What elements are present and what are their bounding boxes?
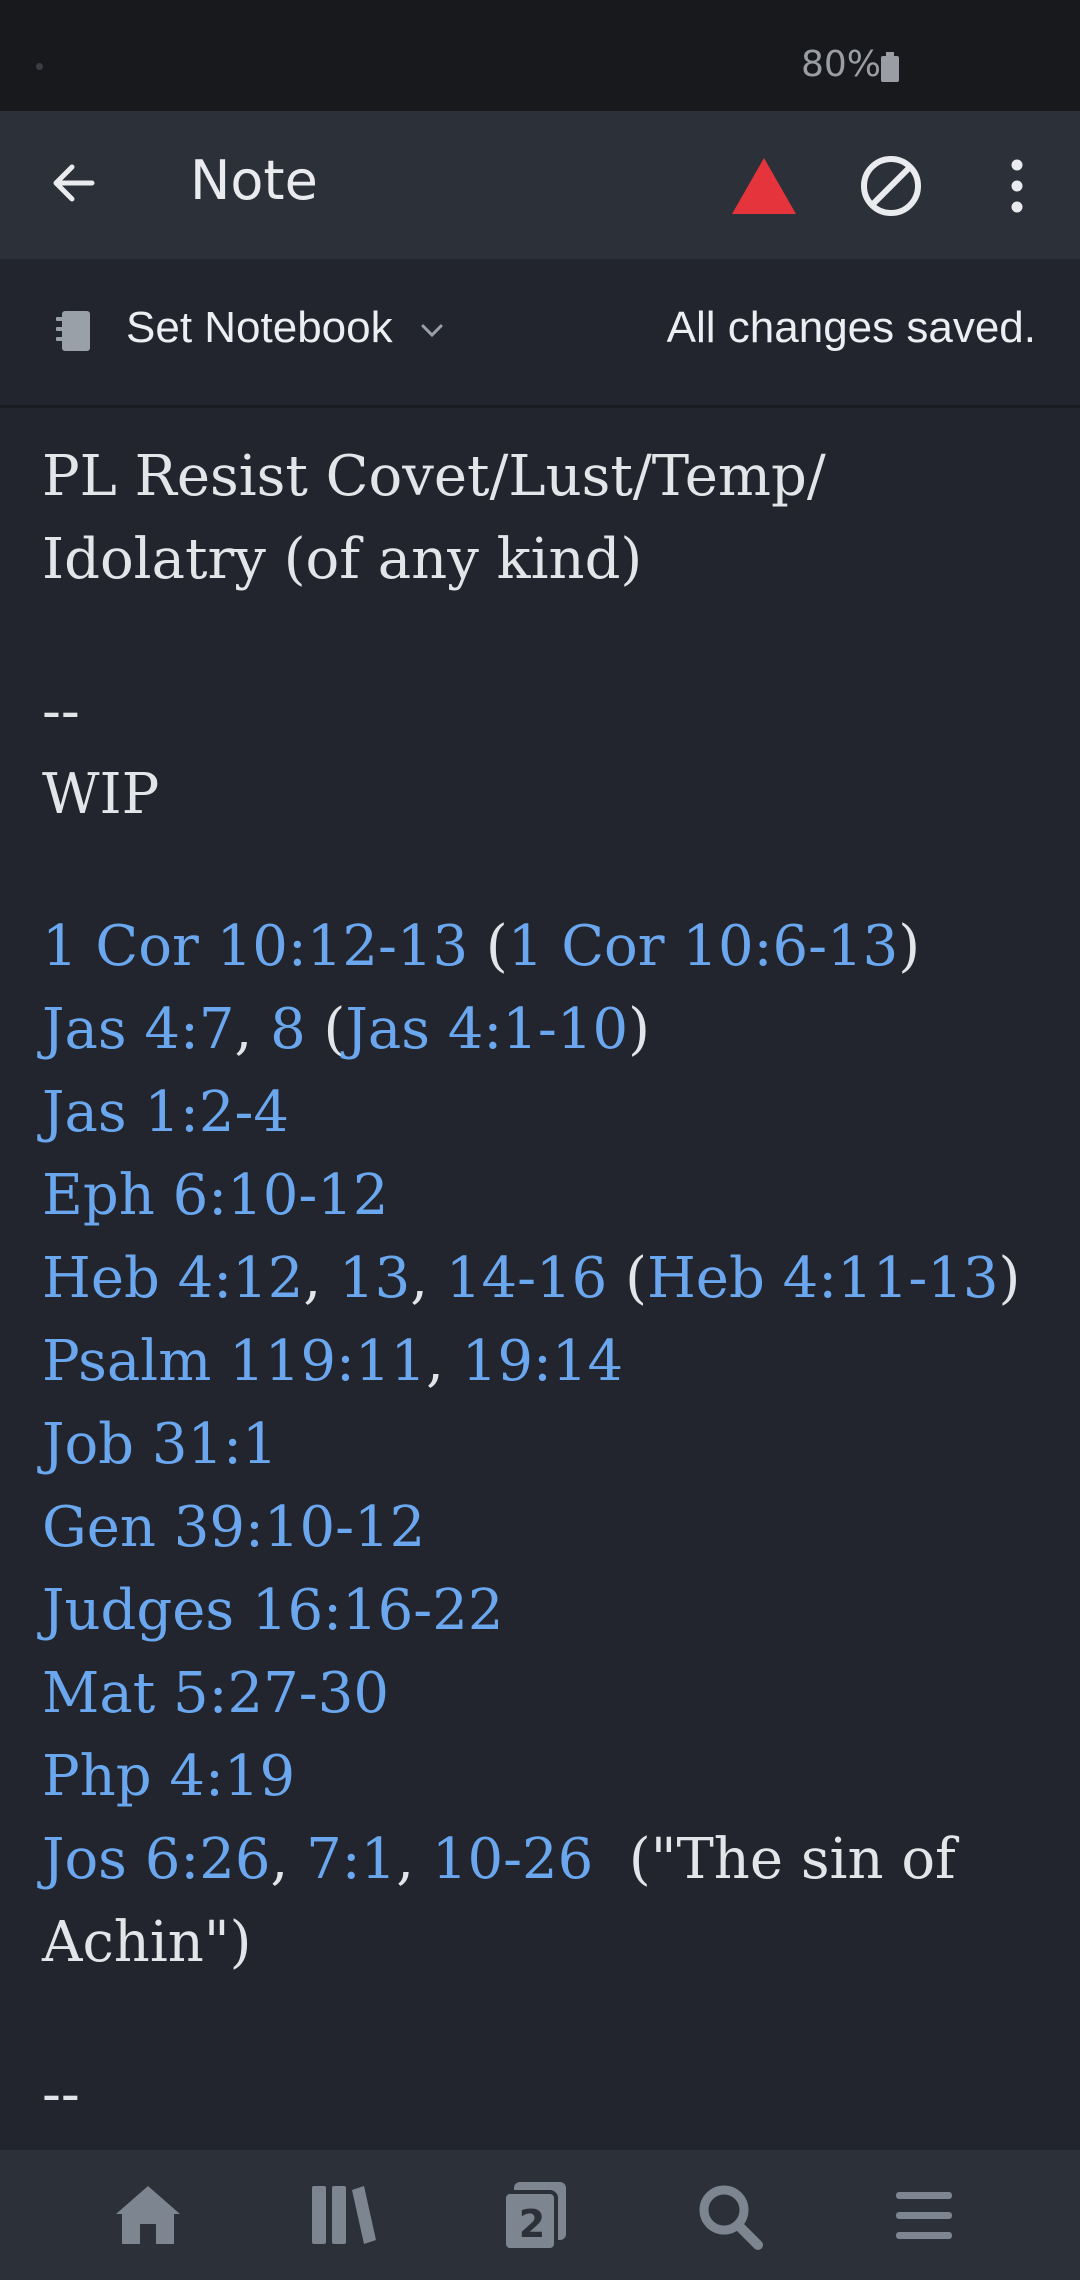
search-icon[interactable] [690,2178,770,2252]
notification-dot [36,63,43,70]
chevron-down-icon[interactable] [418,319,446,343]
back-icon[interactable] [44,153,104,213]
set-notebook-button[interactable]: Set Notebook [126,303,393,353]
scripture-link[interactable]: Mat 5:27-30 [42,1661,389,1726]
save-status: All changes saved. [666,303,1036,352]
scripture-link[interactable]: Jas 4:1-10 [345,997,628,1062]
reference-line: Jas 4:7, 8 (Jas 4:1-10) [42,997,650,1062]
reference-line: Php 4:19 [42,1735,1042,1818]
scripture-link[interactable]: 8 [270,997,306,1062]
reference-line: Jas 1:2-4 [42,1071,1042,1154]
scripture-link[interactable]: 1 Cor 10:12-13 [42,914,468,979]
scripture-link[interactable]: Heb 4:11-13 [647,1246,999,1311]
reference-line: Psalm 119:11, 19:14 [42,1329,624,1394]
bottom-navigation: 2 [0,2150,1080,2280]
notebook-bar: Set Notebook All changes saved. [0,259,1080,408]
scripture-link[interactable]: 7:1 [306,1827,396,1892]
notebook-icon [56,311,90,351]
scripture-link[interactable]: Job 31:1 [42,1412,278,1477]
reference-line: Jos 6:26, 7:1, 10-26 ("The sin of [42,1827,956,1892]
scripture-link[interactable]: 13 [339,1246,410,1311]
reference-line: Mat 5:27-30 [42,1652,1042,1735]
app-bar: Note [0,111,1080,259]
reference-line: 1 Cor 10:12-13 (1 Cor 10:6-13) [42,914,921,979]
scripture-link[interactable]: Jos 6:26 [42,1827,270,1892]
scripture-link[interactable]: Judges 16:16-22 [42,1578,503,1643]
battery-icon [881,52,899,82]
note-body[interactable]: PL Resist Covet/Lust/Temp/ Idolatry (of … [42,435,1042,2136]
block-icon[interactable] [858,153,924,219]
more-options-icon[interactable] [1000,153,1034,219]
reference-line: Heb 4:12, 13, 14-16 (Heb 4:11-13) [42,1246,1021,1311]
scripture-link[interactable]: 14-16 [446,1246,607,1311]
tabs-button[interactable]: 2 [496,2178,576,2252]
wip-label: WIP [42,762,160,827]
reference-line: Job 31:1 [42,1403,1042,1486]
warning-icon[interactable] [730,156,798,216]
home-icon[interactable] [108,2178,188,2252]
page-title: Note [190,149,318,212]
note-title-line: PL Resist Covet/Lust/Temp/ [42,444,826,509]
scripture-link[interactable]: 10-26 [432,1827,593,1892]
scripture-link[interactable]: Php 4:19 [42,1744,295,1809]
note-text: ("The sin of [593,1827,956,1892]
scripture-link[interactable]: Jas 1:2-4 [42,1080,289,1145]
reference-line: Judges 16:16-22 [42,1569,1042,1652]
scripture-link[interactable]: Jas 4:7 [42,997,235,1062]
separator-text: -- [42,679,80,744]
status-bar: 80% [0,0,1080,111]
scripture-link[interactable]: Heb 4:12 [42,1246,303,1311]
scripture-link[interactable]: Gen 39:10-12 [42,1495,425,1560]
separator-text: -- [42,2062,80,2127]
scripture-link[interactable]: 1 Cor 10:6-13 [508,914,899,979]
scripture-link[interactable]: Psalm 119:11 [42,1329,426,1394]
menu-icon[interactable] [884,2178,964,2252]
scripture-link[interactable]: Eph 6:10-12 [42,1163,389,1228]
note-text: Achin") [42,1910,252,1975]
reference-line: Gen 39:10-12 [42,1486,1042,1569]
library-icon[interactable] [302,2178,382,2252]
scripture-link[interactable]: 19:14 [462,1329,623,1394]
note-title-line: Idolatry (of any kind) [42,527,643,592]
tab-count-badge: 2 [518,2202,546,2246]
reference-line: Eph 6:10-12 [42,1154,1042,1237]
battery-percentage: 80% [801,44,882,85]
